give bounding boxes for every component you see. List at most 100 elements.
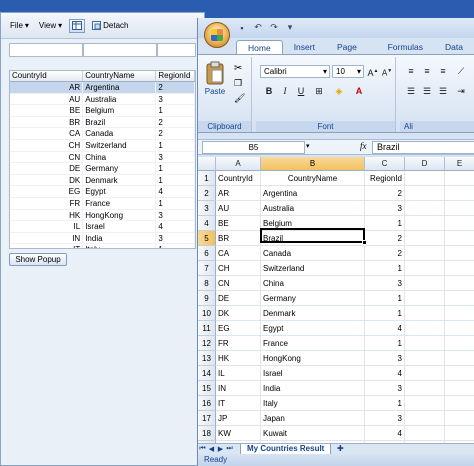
borders-icon[interactable]: ⊞ xyxy=(312,85,326,98)
orientation-icon[interactable]: ⟋ xyxy=(454,65,468,78)
col-header-countryid[interactable]: CountryId xyxy=(10,71,84,81)
sheet-cell-c[interactable]: 3 xyxy=(365,201,405,216)
sheet-cell-b[interactable]: Denmark xyxy=(261,306,365,321)
customize-qat-icon[interactable]: ▾ xyxy=(284,22,296,33)
table-row[interactable]: AR Argentina 2 xyxy=(10,82,195,94)
align-top-icon[interactable]: ≡ xyxy=(404,65,418,78)
row-header[interactable]: 10 xyxy=(198,306,216,321)
name-box[interactable]: B5 xyxy=(202,141,305,154)
table-row[interactable]: CA Canada 2 xyxy=(10,128,195,140)
sheet-cell-b[interactable]: Kuwait xyxy=(261,426,365,441)
sheet-cell-c[interactable]: 4 xyxy=(365,321,405,336)
sheet-cell-c[interactable]: 2 xyxy=(365,231,405,246)
sheet-cell-d[interactable] xyxy=(405,201,445,216)
sheet-cell-a[interactable]: CN xyxy=(216,276,261,291)
table-row[interactable]: CN China 3 xyxy=(10,151,195,164)
sheet-cell-e[interactable] xyxy=(445,231,474,246)
row-header[interactable]: 14 xyxy=(198,366,216,381)
sheet-cell-c[interactable]: 1 xyxy=(365,306,405,321)
sheet-cell-a[interactable]: DK xyxy=(216,306,261,321)
sheet-cell-b[interactable]: HongKong xyxy=(261,351,365,366)
sheet-cell-e[interactable] xyxy=(445,396,474,411)
sheet-cell-e[interactable] xyxy=(445,381,474,396)
grow-font-button[interactable]: A▲ xyxy=(366,65,380,78)
cell-b1[interactable]: CountryName xyxy=(261,171,365,186)
sheet-cell-b[interactable]: Germany xyxy=(261,291,365,306)
office-button[interactable] xyxy=(204,22,230,48)
col-header-c[interactable]: C xyxy=(365,157,405,171)
sheet-cell-a[interactable]: JP xyxy=(216,411,261,426)
sheet-tab[interactable]: My Countries Result xyxy=(240,443,332,455)
sheet-cell-b[interactable]: France xyxy=(261,336,365,351)
sheet-cell-e[interactable] xyxy=(445,366,474,381)
sheet-cell-b[interactable]: Australia xyxy=(261,201,365,216)
table-row[interactable]: ITItaly1 xyxy=(10,244,195,248)
sheet-cell-d[interactable] xyxy=(405,186,445,201)
sheet-cell-c[interactable]: 1 xyxy=(365,291,405,306)
sheet-cell-d[interactable] xyxy=(405,351,445,366)
filter-regionid-input[interactable] xyxy=(157,43,196,57)
sheet-cell-b[interactable]: Brazil xyxy=(261,231,365,246)
italic-button[interactable]: I xyxy=(278,85,292,98)
sheet-cell-c[interactable]: 3 xyxy=(365,381,405,396)
table-row[interactable]: DE Germany 1 xyxy=(10,163,195,175)
table-row[interactable]: AU Australia 3 xyxy=(10,93,195,106)
sheet-cell-d[interactable] xyxy=(405,246,445,261)
align-center-icon[interactable]: ☰ xyxy=(420,85,434,98)
col-header-e[interactable]: E xyxy=(445,157,474,171)
sheet-cell-e[interactable] xyxy=(445,321,474,336)
sheet-cell-b[interactable]: Switzerland xyxy=(261,261,365,276)
sheet-cell-c[interactable]: 4 xyxy=(365,426,405,441)
underline-button[interactable]: U xyxy=(294,85,308,98)
row-header[interactable]: 11 xyxy=(198,321,216,336)
sheet-cell-e[interactable] xyxy=(445,246,474,261)
font-name-select[interactable]: Calibri ▾ xyxy=(260,65,330,78)
filter-countryname-input[interactable] xyxy=(83,43,157,57)
sheet-cell-e[interactable] xyxy=(445,336,474,351)
formula-input[interactable]: Brazil xyxy=(372,141,474,154)
export-excel-button[interactable] xyxy=(69,18,86,33)
sheet-cell-e[interactable] xyxy=(445,186,474,201)
sheet-cell-d[interactable] xyxy=(405,426,445,441)
sheet-cell-a[interactable]: DE xyxy=(216,291,261,306)
sheet-cell-c[interactable]: 4 xyxy=(365,366,405,381)
cell-c1[interactable]: RegionId xyxy=(365,171,405,186)
indent-icon[interactable]: ⇥ xyxy=(454,85,468,98)
shrink-font-button[interactable]: A▼ xyxy=(380,65,394,78)
align-left-icon[interactable]: ☰ xyxy=(404,85,418,98)
align-right-icon[interactable]: ☰ xyxy=(436,85,450,98)
cell-a1[interactable]: CountryId xyxy=(216,171,261,186)
fill-handle[interactable] xyxy=(362,240,367,245)
undo-icon[interactable]: ↶ xyxy=(252,22,264,33)
sheet-cell-a[interactable]: IN xyxy=(216,381,261,396)
sheet-cell-d[interactable] xyxy=(405,411,445,426)
sheet-cell-b[interactable]: Japan xyxy=(261,411,365,426)
fill-color-icon[interactable]: ◈ xyxy=(332,85,346,98)
row-header[interactable]: 12 xyxy=(198,336,216,351)
row-header[interactable]: 7 xyxy=(198,261,216,276)
sheet-cell-e[interactable] xyxy=(445,411,474,426)
align-middle-icon[interactable]: ≡ xyxy=(420,65,434,78)
table-row[interactable]: BR Brazil 2 xyxy=(10,116,195,129)
fx-icon[interactable]: fx xyxy=(360,141,367,151)
sheet-cell-a[interactable]: AU xyxy=(216,201,261,216)
table-row[interactable]: IN India 3 xyxy=(10,232,195,245)
last-sheet-icon[interactable]: ⏭ xyxy=(225,445,234,453)
cell-e1[interactable] xyxy=(445,171,474,186)
sheet-cell-c[interactable]: 1 xyxy=(365,216,405,231)
sheet-cell-d[interactable] xyxy=(405,231,445,246)
table-row[interactable]: FR France 1 xyxy=(10,197,195,210)
row-header[interactable]: 5 xyxy=(198,231,216,246)
sheet-cell-d[interactable] xyxy=(405,276,445,291)
cut-icon[interactable]: ✂ xyxy=(234,63,242,74)
row-header[interactable]: 4 xyxy=(198,216,216,231)
sheet-cell-a[interactable]: IT xyxy=(216,396,261,411)
sheet-cell-d[interactable] xyxy=(405,261,445,276)
paste-button[interactable]: Paste xyxy=(204,61,226,96)
sheet-cell-b[interactable]: Argentina xyxy=(261,186,365,201)
sheet-cell-d[interactable] xyxy=(405,321,445,336)
row-header[interactable]: 17 xyxy=(198,411,216,426)
row-header[interactable]: 2 xyxy=(198,186,216,201)
sheet-cell-a[interactable]: CH xyxy=(216,261,261,276)
row-header[interactable]: 13 xyxy=(198,351,216,366)
